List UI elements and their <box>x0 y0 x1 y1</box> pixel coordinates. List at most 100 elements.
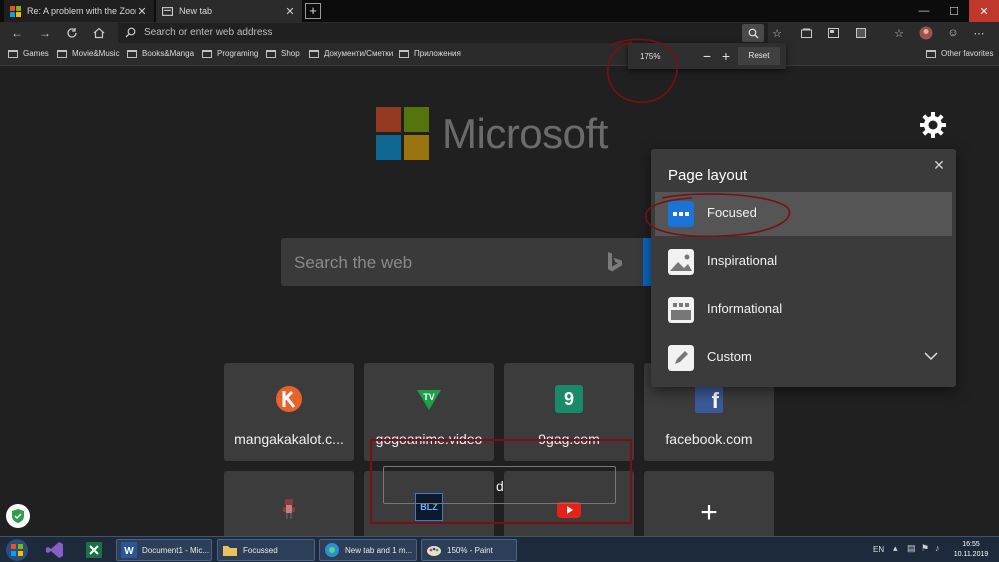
option-label: Custom <box>707 349 752 364</box>
zoom-out-button[interactable]: − <box>698 47 716 65</box>
reading-view-icon[interactable] <box>824 24 842 42</box>
taskbar-label: Focussed <box>243 545 278 555</box>
mangakakalot-icon <box>276 386 302 412</box>
layout-option-custom[interactable]: Custom <box>655 336 952 380</box>
taskbar-label: Document1 - Mic... <box>142 545 210 555</box>
favorite-folder-apps[interactable]: Приложения <box>399 49 461 58</box>
gogoanime-icon: TV <box>417 390 441 410</box>
emoji-feedback-icon[interactable]: ☺ <box>944 24 962 42</box>
flag-icon[interactable]: ⚑ <box>921 543 932 554</box>
top-site-tile[interactable]: mangakakalot.c... <box>224 363 354 461</box>
folder-label: Games <box>23 49 49 58</box>
taskbar-button-paint[interactable]: 150% - Paint <box>421 539 517 561</box>
chevron-down-icon[interactable] <box>923 348 939 364</box>
close-tab-icon[interactable]: ✕ <box>136 5 148 18</box>
taskbar-button-word[interactable]: W Document1 - Mic... <box>116 539 212 561</box>
network-icon[interactable]: ▤ <box>907 543 918 554</box>
panel-title: Page layout <box>668 167 748 184</box>
search-submit-button[interactable] <box>643 238 651 286</box>
zoom-indicator-button[interactable] <box>742 24 764 42</box>
back-arrow-icon[interactable]: ← <box>8 24 26 42</box>
option-label: Focused <box>707 205 757 220</box>
system-clock[interactable]: 16:55 10.11.2019 <box>951 540 991 560</box>
layout-option-inspirational[interactable]: Inspirational <box>655 240 952 284</box>
taskbar-button-explorer[interactable]: Focussed <box>217 539 315 561</box>
tab-zoom-problem[interactable]: Re: A problem with the Zoom le ✕ <box>4 0 154 22</box>
zoom-level: 175% <box>640 52 661 61</box>
folder-icon <box>57 49 67 58</box>
collections-icon[interactable] <box>797 24 815 42</box>
tile-label: facebook.com <box>665 431 753 447</box>
option-label: Informational <box>707 301 783 316</box>
favorite-folder-movie-music[interactable]: Movie&Music <box>57 49 120 58</box>
folder-icon <box>202 49 212 58</box>
layout-option-focused[interactable]: Focused <box>655 192 952 236</box>
settings-gear-icon[interactable] <box>918 110 948 140</box>
more-menu-icon[interactable]: ⋯ <box>970 24 988 42</box>
address-bar[interactable]: Search or enter web address <box>118 23 768 43</box>
magnifier-icon <box>748 28 758 38</box>
window-controls: — ☐ ✕ <box>909 0 999 22</box>
refresh-icon[interactable] <box>63 24 81 42</box>
tray-expand-icon[interactable]: ▴ <box>893 543 904 554</box>
zoom-in-button[interactable]: + <box>717 47 735 65</box>
favorites-list-icon[interactable]: ☆ <box>890 24 908 42</box>
zoom-popup: 175% − + Reset <box>628 43 786 69</box>
add-site-button[interactable]: + <box>644 471 774 541</box>
favorite-folder-books-manga[interactable]: Books&Manga <box>127 49 194 58</box>
folder-icon <box>8 49 18 58</box>
navigation-bar: ← → Search or enter web address <box>0 22 999 44</box>
facebook-icon: f <box>695 385 723 413</box>
inspirational-layout-icon <box>668 249 694 275</box>
clock-date: 10.11.2019 <box>953 551 989 558</box>
folder-label: Other favorites <box>941 49 994 58</box>
home-icon[interactable] <box>90 24 108 42</box>
visual-studio-icon[interactable] <box>45 540 65 560</box>
close-window-button[interactable]: ✕ <box>969 0 999 22</box>
security-shield-icon[interactable] <box>6 504 30 528</box>
profile-avatar[interactable] <box>917 24 935 42</box>
page-layout-panel: Page layout ✕ Focused Inspirational Info… <box>651 149 956 387</box>
folder-label: Shop <box>281 49 300 58</box>
favorite-folder-games[interactable]: Games <box>8 49 49 58</box>
tab-title: Re: A problem with the Zoom le <box>27 6 136 16</box>
tab-new-tab[interactable]: New tab ✕ <box>156 0 302 22</box>
minimize-button[interactable]: — <box>909 0 939 22</box>
close-icon[interactable]: ✕ <box>931 157 947 173</box>
language-indicator[interactable]: EN <box>873 545 884 554</box>
tab-title: New tab <box>179 6 213 16</box>
excel-icon[interactable] <box>84 540 104 560</box>
new-tab-button[interactable]: + <box>305 3 321 19</box>
custom-layout-icon <box>668 345 694 371</box>
favorite-folder-documents[interactable]: Документи/Сметки <box>309 49 393 58</box>
address-placeholder: Search or enter web address <box>144 27 273 38</box>
maximize-button[interactable]: ☐ <box>939 0 969 22</box>
volume-icon[interactable]: ♪ <box>935 543 946 554</box>
top-site-tile[interactable] <box>224 471 354 541</box>
folder-label: Приложения <box>414 49 461 58</box>
folder-label: Programing <box>217 49 259 58</box>
taskbar-label: 150% - Paint <box>447 545 493 555</box>
word-icon: W <box>121 542 137 558</box>
other-favorites[interactable]: Other favorites <box>926 49 993 58</box>
search-icon <box>125 27 136 38</box>
layout-option-informational[interactable]: Informational <box>655 288 952 332</box>
microsoft-wordmark: Microsoft <box>442 110 608 157</box>
taskbar-button-edge[interactable]: New tab and 1 m... <box>319 539 417 561</box>
dark-square-icon[interactable] <box>852 24 870 42</box>
focused-layout-icon <box>668 201 694 227</box>
folder-icon <box>266 49 276 58</box>
search-placeholder: Search the web <box>294 253 413 272</box>
close-tab-icon[interactable]: ✕ <box>284 5 296 18</box>
folder-icon <box>127 49 137 58</box>
favorite-folder-programing[interactable]: Programing <box>202 49 258 58</box>
svg-text:W: W <box>124 546 134 557</box>
forward-arrow-icon[interactable]: → <box>36 24 54 42</box>
windows-logo-icon <box>10 5 21 17</box>
web-search-box[interactable]: Search the web <box>281 238 651 286</box>
folder-label: Movie&Music <box>72 49 120 58</box>
windows-start-icon[interactable] <box>4 538 30 562</box>
favorite-star-icon[interactable]: ☆ <box>768 24 786 42</box>
zoom-reset-button[interactable]: Reset <box>738 47 780 65</box>
favorite-folder-shop[interactable]: Shop <box>266 49 300 58</box>
